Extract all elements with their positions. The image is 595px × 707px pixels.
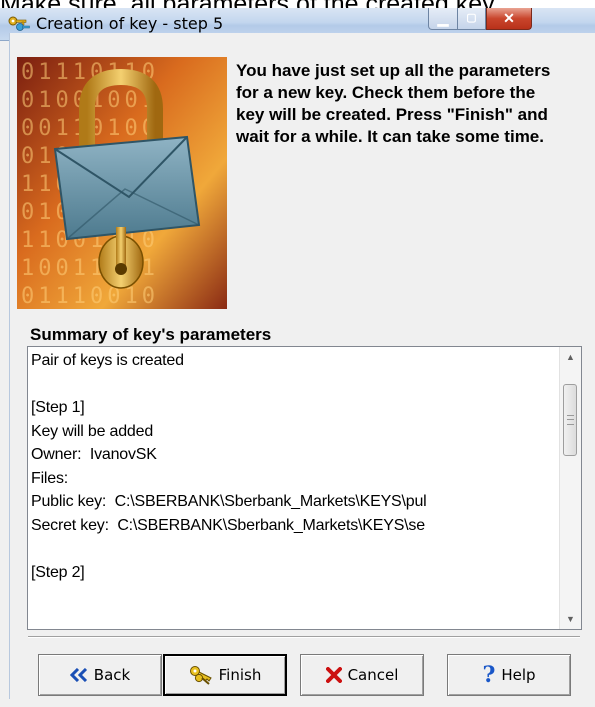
summary-line: [Step 2] (31, 563, 85, 581)
summary-line: [Step 1] (31, 399, 85, 416)
vertical-scrollbar[interactable]: ▲ ▼ (559, 347, 581, 629)
keys-icon (189, 665, 213, 685)
button-separator (28, 636, 580, 638)
double-chevron-left-icon (69, 668, 88, 682)
summary-line: Pair of keys is created (31, 352, 184, 369)
summary-label: Summary of key's parameters (30, 325, 272, 344)
binary-digits-row: 01110010 (21, 284, 159, 309)
scroll-thumb[interactable] (563, 384, 577, 456)
back-button[interactable]: Back (38, 654, 162, 696)
summary-line: Public key: C:\SBERBANK\Sberbank_Markets… (31, 493, 427, 510)
close-icon: ✕ (503, 10, 515, 26)
finish-button[interactable]: Finish (163, 654, 287, 696)
summary-line: Files: (31, 469, 69, 487)
finish-label: Finish (218, 666, 262, 684)
minimize-button[interactable]: ▁ (428, 8, 458, 30)
summary-lines: Pair of keys is created [Step 1] Key will… (31, 349, 559, 584)
scroll-down-arrow-icon[interactable]: ▼ (560, 609, 581, 629)
back-label: Back (93, 666, 131, 684)
help-button[interactable]: ? Help (447, 654, 571, 696)
scroll-up-arrow-icon[interactable]: ▲ (560, 347, 581, 367)
minimize-icon: ▁ (437, 10, 449, 26)
question-mark-icon: ? (482, 662, 496, 688)
summary-line: Secret key: C:\SBERBANK\Sberbank_Markets… (31, 516, 425, 534)
lock-envelope-illustration: 0111011001001001001101000101010111000011… (17, 57, 227, 309)
intro-text: You have just set up all the parameters … (236, 61, 551, 146)
key-icon (8, 16, 30, 31)
maximize-icon: ▢ (466, 12, 477, 24)
summary-line (31, 537, 559, 561)
summary-textbox[interactable]: Pair of keys is created [Step 1] Key will… (27, 346, 582, 630)
cancel-button[interactable]: Cancel (300, 654, 424, 696)
summary-line: Owner: IvanovSK (31, 446, 157, 463)
close-button[interactable]: ✕ (486, 8, 532, 30)
red-x-icon (325, 667, 342, 683)
maximize-button[interactable]: ▢ (458, 8, 486, 30)
summary-line (31, 373, 559, 397)
help-label: Help (501, 666, 536, 684)
summary-line: Key will be added (31, 422, 154, 440)
cancel-label: Cancel (347, 666, 399, 684)
